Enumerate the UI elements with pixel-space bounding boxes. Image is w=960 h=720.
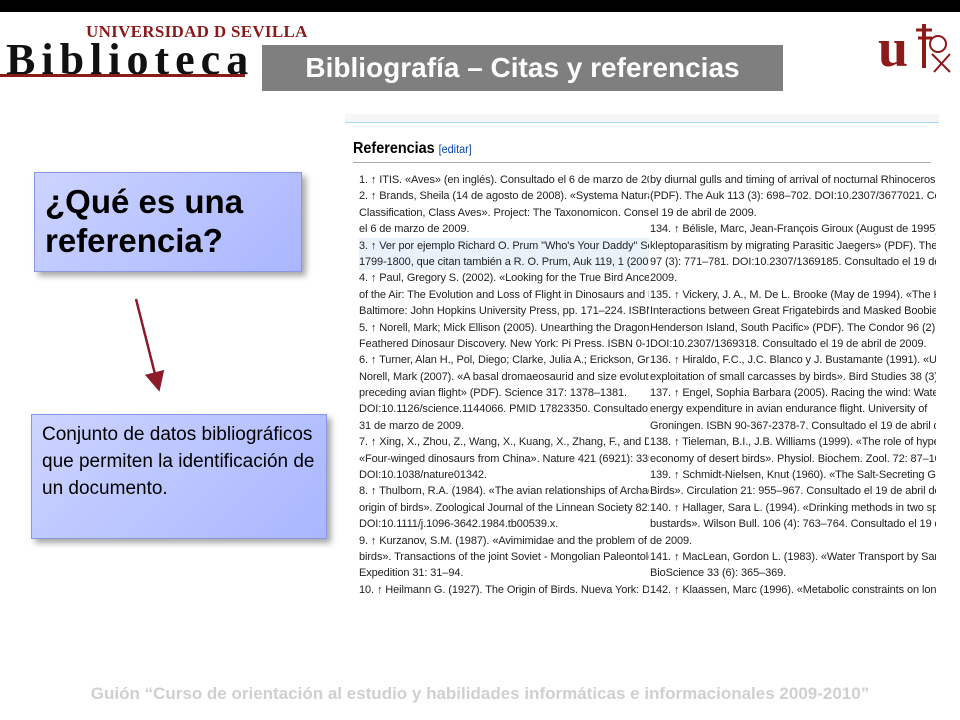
question-text: ¿Qué es una referencia? — [45, 183, 244, 259]
reference-line: Birds». Circulation 21: 955–967. Consult… — [650, 485, 936, 498]
reference-line: 2009. — [650, 272, 678, 285]
reference-line: 31 de marzo de 2009. — [359, 419, 465, 432]
reference-line: bustards». Wilson Bull. 106 (4): 763–764… — [650, 518, 936, 531]
reference-line: 97 (3): 771–781. DOI:10.2307/1369185. Co… — [650, 255, 936, 268]
reference-line: (PDF). The Auk 113 (3): 698–702. DOI:10.… — [650, 190, 936, 203]
reference-line: economy of desert birds». Physiol. Bioch… — [650, 452, 936, 465]
reference-line: 134. ↑ Bélisle, Marc, Jean-François Giro… — [650, 223, 936, 236]
reference-line: 3. ↑ Ver por ejemplo Richard O. Prum "Wh… — [359, 237, 649, 254]
reference-line: 9. ↑ Kurzanov, S.M. (1987). «Avimimidae … — [359, 534, 649, 547]
reference-line: Groningen. ISBN 90-367-2378-7. Consultad… — [650, 419, 936, 432]
slide-title: Bibliografía – Citas y referencias — [305, 52, 740, 83]
slide-title-banner: Bibliografía – Citas y referencias — [262, 45, 783, 91]
question-box: ¿Qué es una referencia? — [34, 172, 302, 272]
reference-line: by diurnal gulls and timing of arrival o… — [650, 174, 936, 186]
references-screenshot: Referencias [editar] 1. ↑ ITIS. «Aves» (… — [345, 114, 939, 670]
reference-line: el 19 de abril de 2009. — [650, 206, 757, 219]
reference-line: 8. ↑ Thulborn, R.A. (1984). «The avian r… — [359, 485, 649, 498]
reference-line: exploitation of small carcasses by birds… — [650, 370, 936, 383]
reference-line: DOI:10.1126/science.1144066. PMID 178233… — [359, 403, 649, 416]
svg-text:u: u — [878, 18, 908, 78]
reference-line: Norell, Mark (2007). «A basal dromaeosau… — [359, 370, 649, 383]
reference-line: 5. ↑ Norell, Mark; Mick Ellison (2005). … — [359, 321, 649, 334]
reference-line: Henderson Island, South Pacific» (PDF). … — [650, 321, 936, 334]
references-heading: Referencias [editar] — [353, 140, 472, 158]
reference-line: 139. ↑ Schmidt-Nielsen, Knut (1960). «Th… — [650, 469, 936, 482]
reference-line: 7. ↑ Xing, X., Zhou, Z., Wang, X., Kuang… — [359, 436, 649, 449]
reference-line: 136. ↑ Hiraldo, F.C., J.C. Blanco y J. B… — [650, 354, 936, 367]
definition-text: Conjunto de datos bibliográficos que per… — [42, 424, 315, 499]
reference-line: 2. ↑ Brands, Sheila (14 de agosto de 200… — [359, 190, 649, 203]
reference-line: DOI:10.1038/nature01342. — [359, 469, 487, 482]
reference-line: Baltimore: John Hopkins University Press… — [359, 305, 649, 318]
reference-line: el 6 de marzo de 2009. — [359, 223, 470, 236]
reference-line: BioScience 33 (6): 365–369. — [650, 567, 787, 580]
reference-line: of the Air: The Evolution and Loss of Fl… — [359, 288, 649, 301]
top-bar — [0, 0, 960, 12]
reference-line: Classification, Class Aves». Project: Th… — [359, 206, 649, 219]
reference-line: 137. ↑ Engel, Sophia Barbara (2005). Rac… — [650, 387, 936, 400]
reference-line: Interactions between Great Frigatebirds … — [650, 305, 936, 318]
logo-underline — [0, 74, 245, 77]
reference-line: origin of birds». Zoological Journal of … — [359, 501, 649, 514]
reference-line: 135. ↑ Vickery, J. A., M. De L. Brooke (… — [650, 288, 936, 301]
reference-line: Expedition 31: 31–94. — [359, 567, 464, 580]
reference-line: 4. ↑ Paul, Gregory S. (2002). «Looking f… — [359, 272, 649, 285]
references-heading-text: Referencias — [353, 140, 435, 157]
definition-box: Conjunto de datos bibliográficos que per… — [31, 414, 327, 539]
reference-line: energy expenditure in avian endurance fl… — [650, 403, 928, 416]
reference-line: «Four-winged dinosaurs from China». Natu… — [359, 452, 649, 465]
edit-link[interactable]: [editar] — [439, 142, 472, 156]
references-right-column: by diurnal gulls and timing of arrival o… — [650, 172, 936, 598]
reference-line: 141. ↑ MacLean, Gordon L. (1983). «Water… — [650, 550, 936, 563]
references-left-column: 1. ↑ ITIS. «Aves» (en inglés). Consultad… — [359, 172, 649, 598]
reference-line: preceding avian flight» (PDF). Science 3… — [359, 387, 627, 400]
reference-line: DOI:10.1111/j.1096-3642.1984.tb00539.x. — [359, 518, 559, 531]
university-emblem-icon: u — [878, 18, 951, 78]
references-toolbar — [345, 114, 939, 123]
reference-line: 140. ↑ Hallager, Sara L. (1994). «Drinki… — [650, 501, 936, 514]
footer-text: Guión “Curso de orientación al estudio y… — [90, 684, 870, 703]
reference-line: kleptoparasitism by migrating Parasitic … — [650, 239, 936, 252]
reference-line: birds». Transactions of the joint Soviet… — [359, 550, 649, 563]
heading-divider — [353, 162, 931, 163]
reference-line: Feathered Dinosaur Discovery. New York: … — [359, 337, 649, 350]
reference-line: 10. ↑ Heilmann G. (1927). The Origin of … — [359, 583, 649, 596]
reference-line: 142. ↑ Klaassen, Marc (1996). «Metabolic… — [650, 583, 936, 596]
reference-line: de 2009. — [650, 534, 693, 547]
reference-line: 6. ↑ Turner, Alan H., Pol, Diego; Clarke… — [359, 354, 649, 367]
reference-line: 1799-1800, que citan también a R. O. Pru… — [359, 253, 649, 271]
reference-line: DOI:10.2307/1369318. Consultado el 19 de… — [650, 337, 927, 350]
logo-name-text: Biblioteca — [6, 35, 255, 84]
reference-line: 138. ↑ Tieleman, B.I., J.B. Williams (19… — [650, 436, 936, 449]
down-arrow-icon — [134, 298, 165, 392]
reference-line: 1. ↑ ITIS. «Aves» (en inglés). Consultad… — [359, 174, 649, 186]
